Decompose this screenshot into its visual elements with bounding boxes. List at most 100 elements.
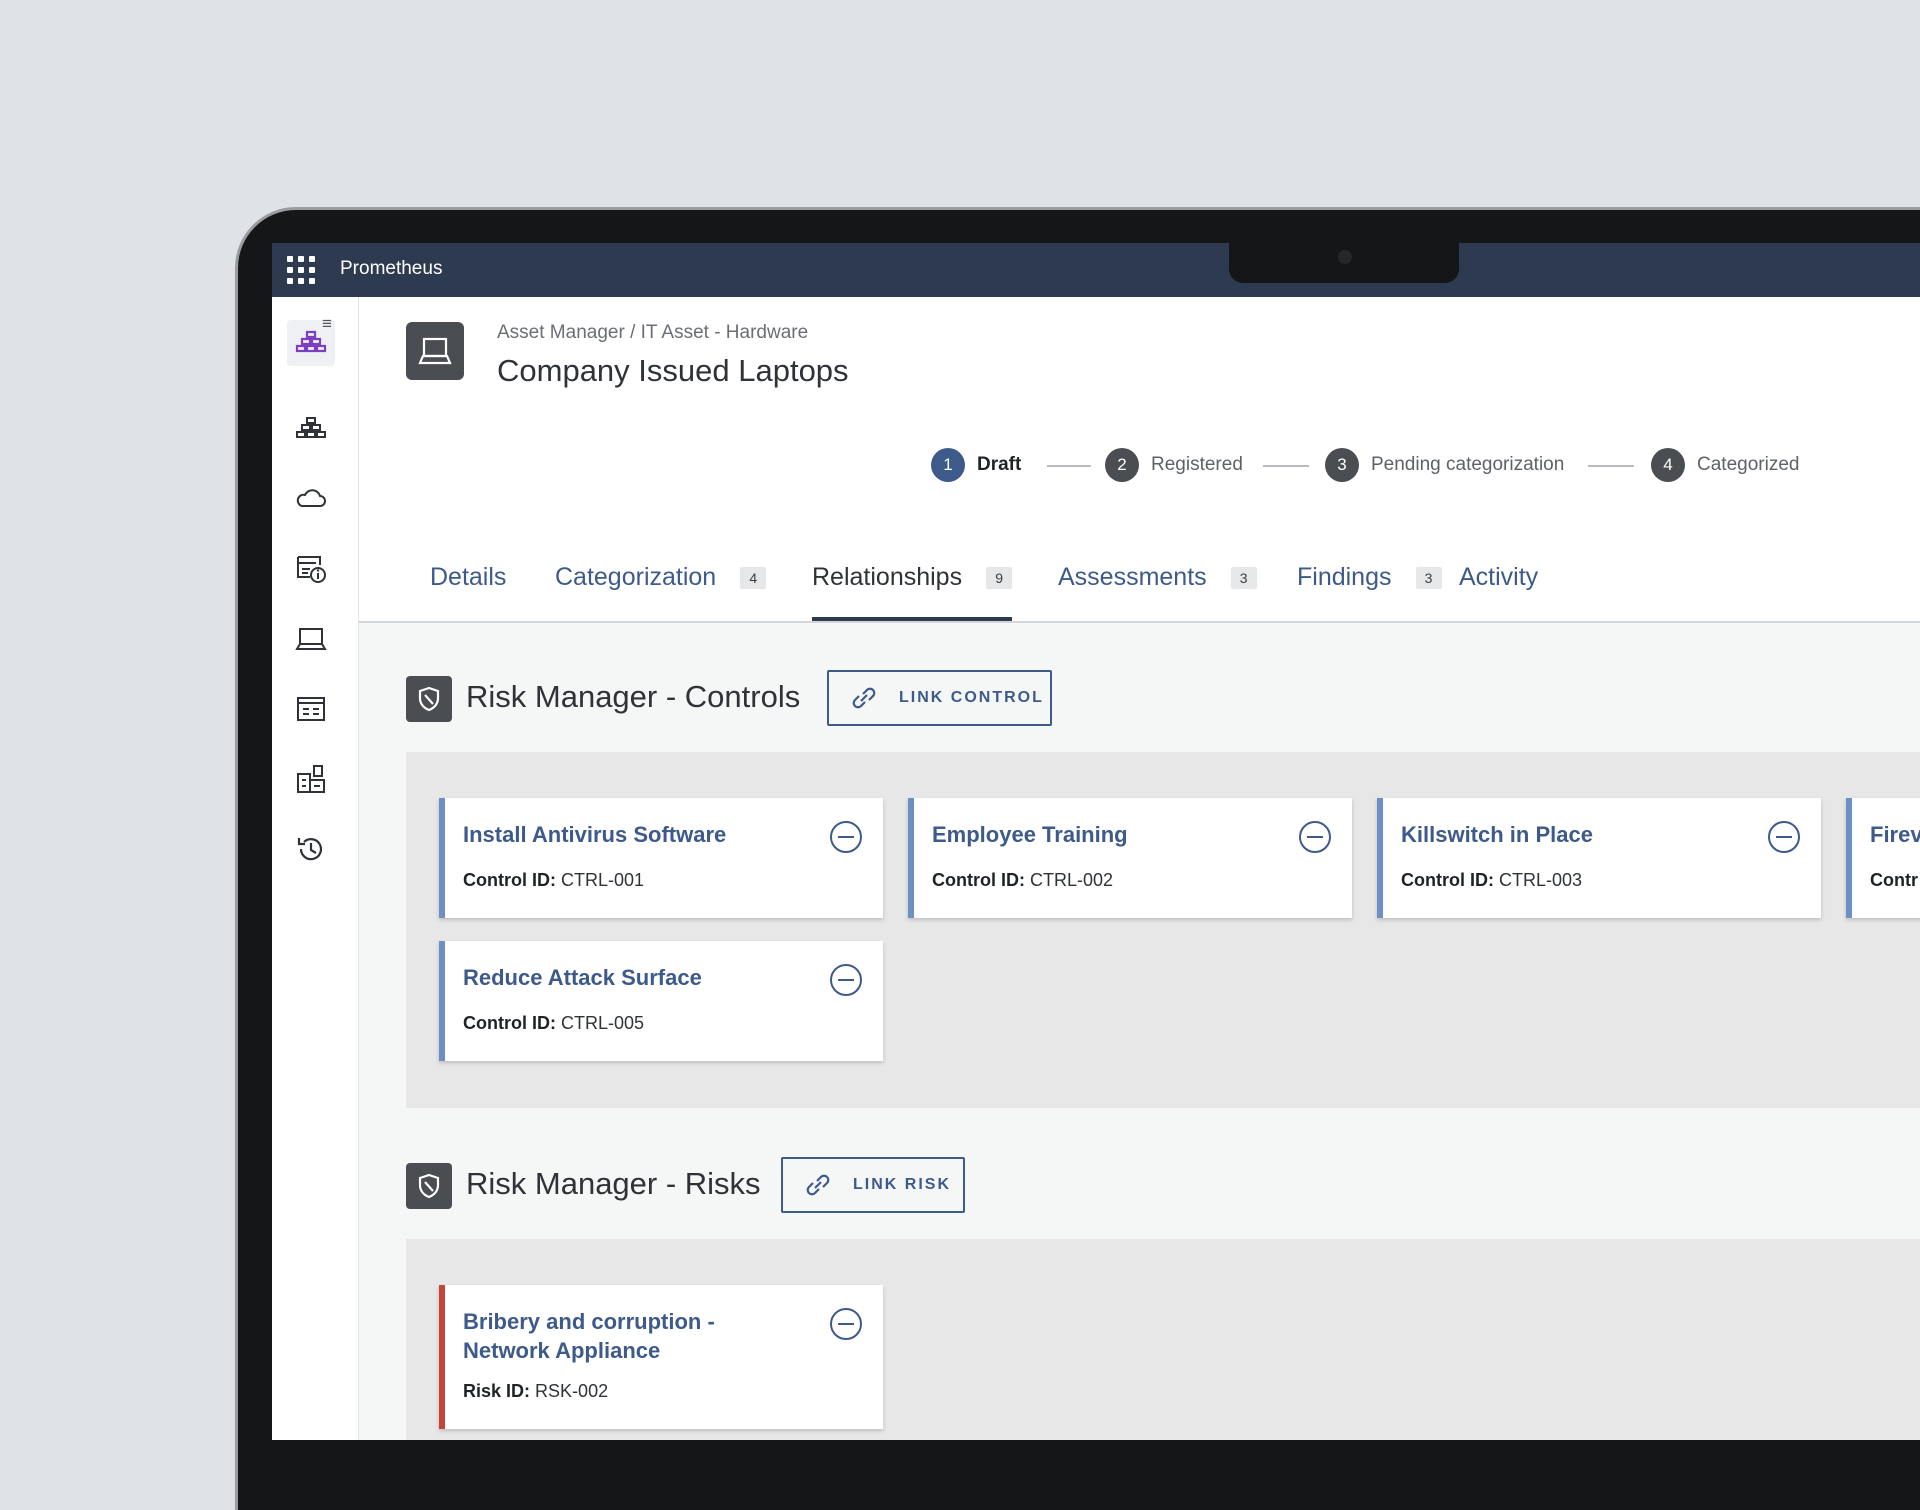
tab-label: Activity xyxy=(1459,563,1539,591)
card-meta: Contr xyxy=(1870,870,1918,891)
link-risk-button[interactable]: LINK RISK xyxy=(781,1157,965,1213)
risk-card[interactable]: Bribery and corruption - Network Applian… xyxy=(439,1285,883,1429)
card-title[interactable]: Firev xyxy=(1870,820,1920,849)
cloud-icon[interactable] xyxy=(294,482,328,516)
link-control-button[interactable]: LINK CONTROL xyxy=(827,670,1052,726)
step-number: 3 xyxy=(1325,448,1359,482)
card-meta: Control ID: CTRL-005 xyxy=(463,1013,644,1034)
link-icon xyxy=(806,1174,830,1196)
step-draft[interactable]: 1 Draft xyxy=(931,447,1021,483)
tab-label: Assessments xyxy=(1058,563,1207,591)
remove-circle-icon[interactable] xyxy=(829,820,863,854)
main-content: Asset Manager / IT Asset - Hardware Comp… xyxy=(359,297,1920,1440)
step-label: Categorized xyxy=(1697,454,1800,475)
card-title[interactable]: Bribery and corruption - Network Applian… xyxy=(463,1307,803,1365)
asset-stack-nav-icon[interactable] xyxy=(294,412,328,446)
tab-details[interactable]: Details xyxy=(430,563,506,592)
controls-panel: Install Antivirus Software Control ID: C… xyxy=(406,752,1920,1108)
step-number: 1 xyxy=(931,448,965,482)
tab-categorization[interactable]: Categorization 4 xyxy=(555,563,767,592)
laptop-icon[interactable] xyxy=(294,622,328,656)
stepper-connector xyxy=(1588,465,1634,467)
meta-label: Control ID: xyxy=(463,870,556,890)
page-title: Company Issued Laptops xyxy=(497,353,849,388)
button-label: LINK CONTROL xyxy=(899,689,1044,706)
card-title[interactable]: Employee Training xyxy=(932,820,1272,849)
tab-relationships[interactable]: Relationships 9 xyxy=(812,563,1013,592)
step-label: Draft xyxy=(977,454,1022,475)
step-categorized[interactable]: 4 Categorized xyxy=(1651,447,1799,483)
remove-circle-icon[interactable] xyxy=(1767,820,1801,854)
app-screen: Prometheus ≡ Asset Manager / IT Asset - … xyxy=(272,243,1920,1440)
control-id: CTRL-005 xyxy=(561,1013,645,1033)
data-info-icon[interactable] xyxy=(294,552,328,586)
tab-label: Findings xyxy=(1297,563,1392,591)
shield-icon xyxy=(418,1173,440,1199)
control-card[interactable]: Killswitch in Place Control ID: CTRL-003 xyxy=(1377,798,1821,918)
section-badge xyxy=(406,676,452,722)
step-pending-categorization[interactable]: 3 Pending categorization xyxy=(1325,447,1564,483)
meta-label: Control ID: xyxy=(1401,870,1494,890)
stepper-connector xyxy=(1047,465,1091,467)
control-card[interactable]: Employee Training Control ID: CTRL-002 xyxy=(908,798,1352,918)
tab-label: Categorization xyxy=(555,563,717,591)
meta-label: Control ID: xyxy=(932,870,1025,890)
stepper-connector xyxy=(1263,465,1309,467)
tab-count-badge: 9 xyxy=(986,566,1013,589)
controls-section-title: Risk Manager - Controls xyxy=(466,679,801,714)
camera xyxy=(1338,250,1352,264)
card-meta: Control ID: CTRL-003 xyxy=(1401,870,1582,891)
control-id: CTRL-001 xyxy=(561,870,645,890)
remove-circle-icon[interactable] xyxy=(829,963,863,997)
step-number: 4 xyxy=(1651,448,1685,482)
control-id: CTRL-003 xyxy=(1499,870,1583,890)
application-window-icon[interactable] xyxy=(294,692,328,726)
asset-type-badge xyxy=(406,322,464,380)
link-icon xyxy=(852,687,876,709)
breadcrumb[interactable]: Asset Manager / IT Asset - Hardware xyxy=(497,322,808,344)
card-title[interactable]: Install Antivirus Software xyxy=(463,820,803,849)
control-card[interactable]: Reduce Attack Surface Control ID: CTRL-0… xyxy=(439,941,883,1061)
sidebar: ≡ xyxy=(272,297,359,1440)
meta-label: Risk ID: xyxy=(463,1381,531,1401)
app-launcher-icon[interactable] xyxy=(287,256,315,284)
tab-assessments[interactable]: Assessments 3 xyxy=(1058,563,1257,592)
shield-icon xyxy=(418,686,440,712)
tab-findings[interactable]: Findings 3 xyxy=(1297,563,1442,592)
tab-activity[interactable]: Activity xyxy=(1459,563,1538,592)
step-label: Pending categorization xyxy=(1371,454,1565,475)
meta-label: Contr xyxy=(1870,870,1918,890)
card-meta: Control ID: CTRL-001 xyxy=(463,870,644,891)
card-title[interactable]: Reduce Attack Surface xyxy=(463,963,803,992)
step-label: Registered xyxy=(1151,454,1243,475)
meta-label: Control ID: xyxy=(463,1013,556,1033)
history-icon[interactable] xyxy=(294,832,328,866)
tab-label: Relationships xyxy=(812,563,963,591)
control-card[interactable]: Install Antivirus Software Control ID: C… xyxy=(439,798,883,918)
step-registered[interactable]: 2 Registered xyxy=(1105,447,1243,483)
laptop-icon xyxy=(418,337,452,365)
card-title[interactable]: Killswitch in Place xyxy=(1401,820,1741,849)
app-name[interactable]: Prometheus xyxy=(340,258,442,280)
remove-circle-icon[interactable] xyxy=(829,1307,863,1341)
remove-circle-icon[interactable] xyxy=(1298,820,1332,854)
building-icon[interactable] xyxy=(294,762,328,796)
control-id: CTRL-002 xyxy=(1030,870,1114,890)
risks-panel: Bribery and corruption - Network Applian… xyxy=(406,1239,1920,1440)
card-meta: Control ID: CTRL-002 xyxy=(932,870,1113,891)
risks-section-title: Risk Manager - Risks xyxy=(466,1166,761,1201)
tab-count-badge: 3 xyxy=(1230,566,1257,589)
control-card[interactable]: Firev Contr xyxy=(1846,798,1920,918)
tab-label: Details xyxy=(430,563,507,591)
step-number: 2 xyxy=(1105,448,1139,482)
risk-id: RSK-002 xyxy=(535,1381,609,1401)
section-badge xyxy=(406,1163,452,1209)
card-meta: Risk ID: RSK-002 xyxy=(463,1381,608,1402)
active-tab-indicator xyxy=(812,617,1012,621)
tab-count-badge: 4 xyxy=(740,566,767,589)
sidebar-menu-icon[interactable]: ≡ xyxy=(322,314,332,334)
button-label: LINK RISK xyxy=(853,1176,951,1193)
top-bar: Prometheus xyxy=(272,243,1920,297)
page-header: Asset Manager / IT Asset - Hardware Comp… xyxy=(359,297,1920,623)
tab-count-badge: 3 xyxy=(1415,566,1442,589)
